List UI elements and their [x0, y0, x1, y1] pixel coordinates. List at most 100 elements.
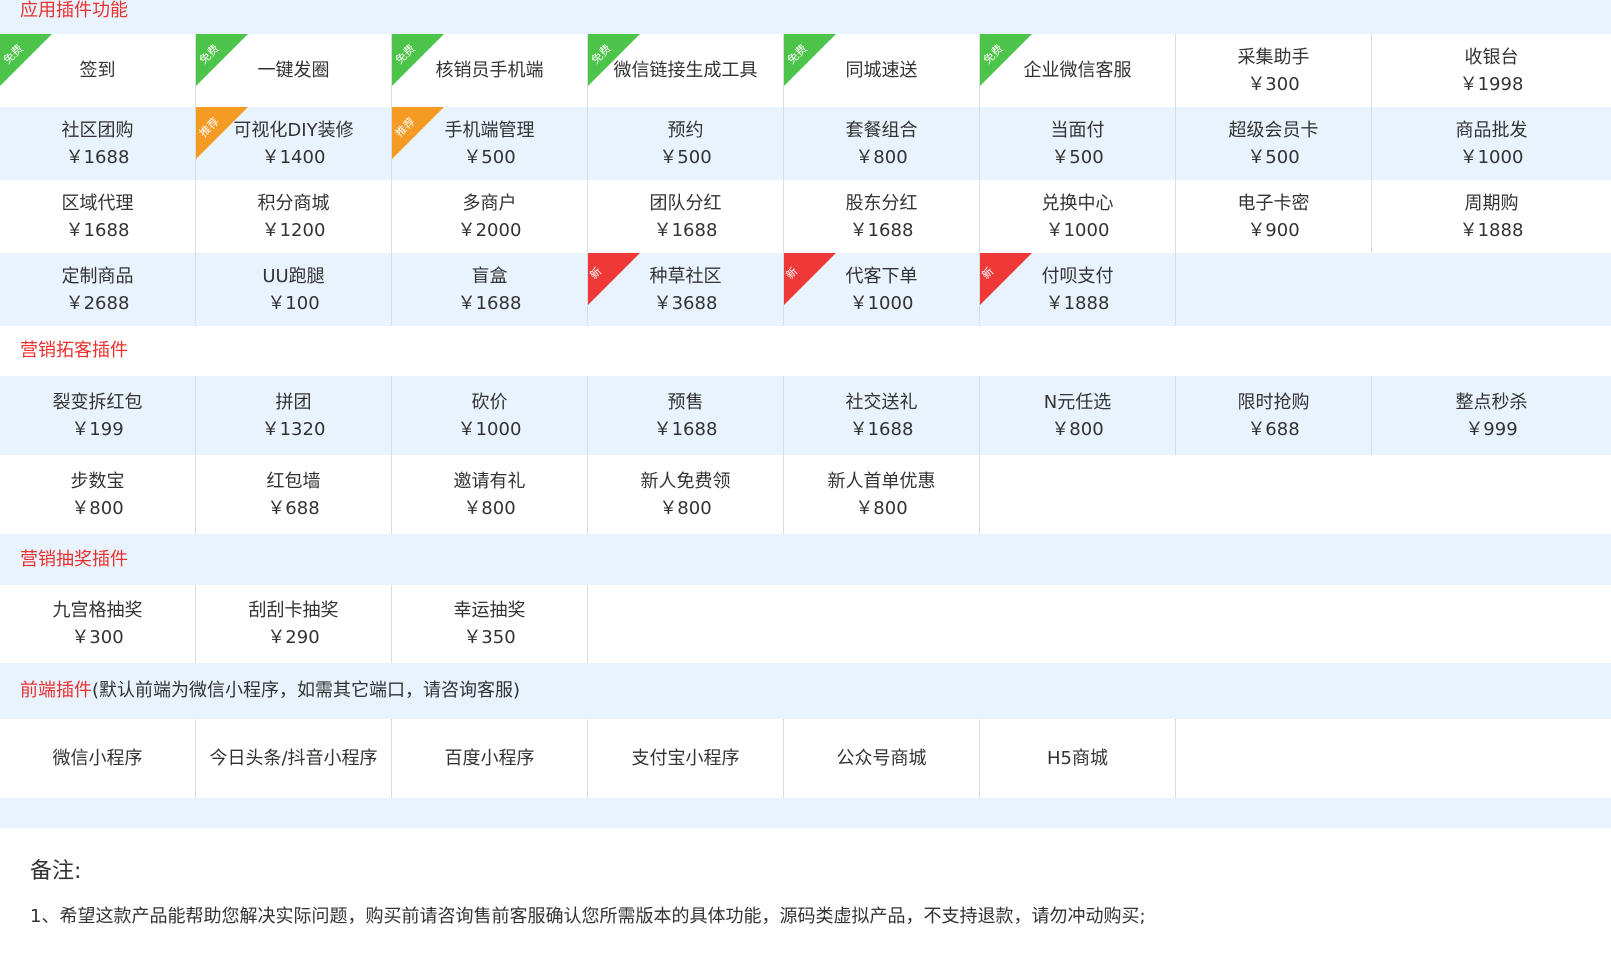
plugin-price: ￥800: [463, 497, 516, 519]
plugin-name: 积分商城: [257, 192, 330, 214]
plugin-cell[interactable]: 当面付 ￥500: [980, 107, 1176, 180]
plugin-name: 兑换中心: [1041, 192, 1114, 214]
plugin-name: 团队分红: [649, 192, 722, 214]
notes-title: 备注:: [30, 859, 82, 884]
plugin-cell[interactable]: 新种草社区 ￥3688: [588, 253, 784, 326]
plugin-price: ￥500: [659, 146, 712, 168]
recommend-badge: 推荐: [196, 107, 248, 159]
plugin-price: ￥1000: [1459, 146, 1524, 168]
plugin-cell[interactable]: 免费 核销员手机端: [392, 34, 588, 107]
plugin-cell[interactable]: 百度小程序: [392, 719, 588, 798]
plugin-cell[interactable]: 免费 一键发圈: [196, 34, 392, 107]
plugin-price: ￥800: [1051, 418, 1104, 440]
empty-cell: [1372, 585, 1611, 663]
plugin-cell[interactable]: 推荐 手机端管理 ￥500: [392, 107, 588, 180]
plugin-row: 定制商品 ￥2688 UU跑腿 ￥100 盲盒 ￥1688 新种草社区 ￥3688 新代客下单 ￥…: [0, 253, 1611, 326]
section-title-frontend-note: (默认前端为微信小程序，如需其它端口，请咨询客服): [92, 680, 521, 701]
plugin-cell[interactable]: 砍价 ￥1000: [392, 376, 588, 455]
plugin-cell[interactable]: 商品批发 ￥1000: [1372, 107, 1611, 180]
plugin-name: 同城速送: [845, 60, 918, 81]
plugin-name: 预售: [667, 391, 704, 413]
plugin-cell[interactable]: 周期购 ￥1888: [1372, 180, 1611, 253]
plugin-cell[interactable]: UU跑腿 ￥100: [196, 253, 392, 326]
section-title-lottery: 营销抽奖插件: [0, 534, 1611, 585]
plugin-cell[interactable]: 收银台 ￥1998: [1372, 34, 1611, 107]
plugin-cell[interactable]: 微信小程序: [0, 719, 196, 798]
plugin-name: 定制商品: [61, 265, 134, 287]
plugin-name: 砍价: [471, 391, 508, 413]
plugin-cell[interactable]: 社区团购 ￥1688: [0, 107, 196, 180]
plugin-price: ￥800: [855, 146, 908, 168]
plugin-cell[interactable]: 免费 微信链接生成工具: [588, 34, 784, 107]
free-badge: 免费: [196, 34, 248, 86]
plugin-cell[interactable]: 团队分红 ￥1688: [588, 180, 784, 253]
plugin-cell[interactable]: 盲盒 ￥1688: [392, 253, 588, 326]
plugin-cell[interactable]: 今日头条/抖音小程序: [196, 719, 392, 798]
plugin-cell[interactable]: 预售 ￥1688: [588, 376, 784, 455]
plugin-name: 签到: [79, 60, 116, 81]
plugin-cell[interactable]: N元任选 ￥800: [980, 376, 1176, 455]
plugin-cell[interactable]: 免费 同城速送: [784, 34, 980, 107]
plugin-cell[interactable]: 社交送礼 ￥1688: [784, 376, 980, 455]
plugin-price: ￥1888: [1459, 219, 1524, 241]
plugin-name: 社交送礼: [845, 391, 918, 413]
plugin-price: ￥1688: [65, 146, 130, 168]
plugin-cell[interactable]: 新人首单优惠 ￥800: [784, 455, 980, 534]
plugin-cell[interactable]: 定制商品 ￥2688: [0, 253, 196, 326]
plugin-cell[interactable]: 采集助手 ￥300: [1176, 34, 1372, 107]
plugin-cell[interactable]: 股东分红 ￥1688: [784, 180, 980, 253]
plugin-name: 今日头条/抖音小程序: [209, 748, 378, 769]
plugin-price: ￥1688: [653, 219, 718, 241]
plugin-cell[interactable]: 免费 签到: [0, 34, 196, 107]
plugin-cell[interactable]: 限时抢购 ￥688: [1176, 376, 1372, 455]
plugin-price: ￥1998: [1459, 73, 1524, 95]
plugin-name: 一键发圈: [257, 60, 330, 81]
plugin-cell[interactable]: 红包墙 ￥688: [196, 455, 392, 534]
plugin-cell[interactable]: 新付呗支付 ￥1888: [980, 253, 1176, 326]
section-title-frontend: 前端插件(默认前端为微信小程序，如需其它端口，请咨询客服): [0, 663, 1611, 719]
plugin-cell[interactable]: 公众号商城: [784, 719, 980, 798]
plugin-cell[interactable]: 刮刮卡抽奖 ￥290: [196, 585, 392, 663]
plugin-cell[interactable]: 套餐组合 ￥800: [784, 107, 980, 180]
plugin-price: ￥290: [267, 627, 320, 648]
plugin-cell[interactable]: H5商城: [980, 719, 1176, 798]
plugin-cell[interactable]: 推荐 可视化DIY装修 ￥1400: [196, 107, 392, 180]
plugin-cell[interactable]: 免费 企业微信客服: [980, 34, 1176, 107]
plugin-row: 区域代理 ￥1688 积分商城 ￥1200 多商户 ￥2000 团队分红 ￥1688 股东分红 ￥…: [0, 180, 1611, 253]
plugin-name: 社区团购: [61, 119, 134, 141]
plugin-price: ￥500: [1051, 146, 1104, 168]
plugin-cell[interactable]: 电子卡密 ￥900: [1176, 180, 1372, 253]
plugin-price: ￥500: [1247, 146, 1300, 168]
plugin-price: ￥500: [463, 146, 516, 168]
plugin-cell[interactable]: 邀请有礼 ￥800: [392, 455, 588, 534]
empty-cell: [1176, 585, 1372, 663]
plugin-cell[interactable]: 整点秒杀 ￥999: [1372, 376, 1611, 455]
empty-cell: [1176, 455, 1372, 534]
plugin-cell[interactable]: 新代客下单 ￥1000: [784, 253, 980, 326]
plugin-name: 采集助手: [1237, 46, 1310, 68]
plugin-name: 幸运抽奖: [453, 600, 526, 621]
empty-cell: [1176, 719, 1372, 798]
empty-cell: [588, 585, 784, 663]
plugin-cell[interactable]: 超级会员卡 ￥500: [1176, 107, 1372, 180]
plugin-price: ￥1688: [65, 219, 130, 241]
plugin-cell[interactable]: 预约 ￥500: [588, 107, 784, 180]
plugin-cell[interactable]: 拼团 ￥1320: [196, 376, 392, 455]
plugin-cell[interactable]: 裂变拆红包 ￥199: [0, 376, 196, 455]
plugin-cell[interactable]: 兑换中心 ￥1000: [980, 180, 1176, 253]
free-badge: 免费: [392, 34, 444, 86]
plugin-cell[interactable]: 支付宝小程序: [588, 719, 784, 798]
plugin-cell[interactable]: 步数宝 ￥800: [0, 455, 196, 534]
plugin-cell[interactable]: 新人免费领 ￥800: [588, 455, 784, 534]
plugin-price: ￥800: [659, 497, 712, 519]
plugin-cell[interactable]: 九宫格抽奖 ￥300: [0, 585, 196, 663]
plugin-cell[interactable]: 积分商城 ￥1200: [196, 180, 392, 253]
new-badge: 新: [588, 253, 640, 305]
plugin-name: 支付宝小程序: [631, 748, 740, 769]
plugin-name: 多商户: [462, 192, 517, 214]
plugin-cell[interactable]: 幸运抽奖 ￥350: [392, 585, 588, 663]
empty-cell: [1372, 455, 1611, 534]
plugin-cell[interactable]: 区域代理 ￥1688: [0, 180, 196, 253]
plugin-name: 周期购: [1464, 192, 1519, 214]
plugin-cell[interactable]: 多商户 ￥2000: [392, 180, 588, 253]
